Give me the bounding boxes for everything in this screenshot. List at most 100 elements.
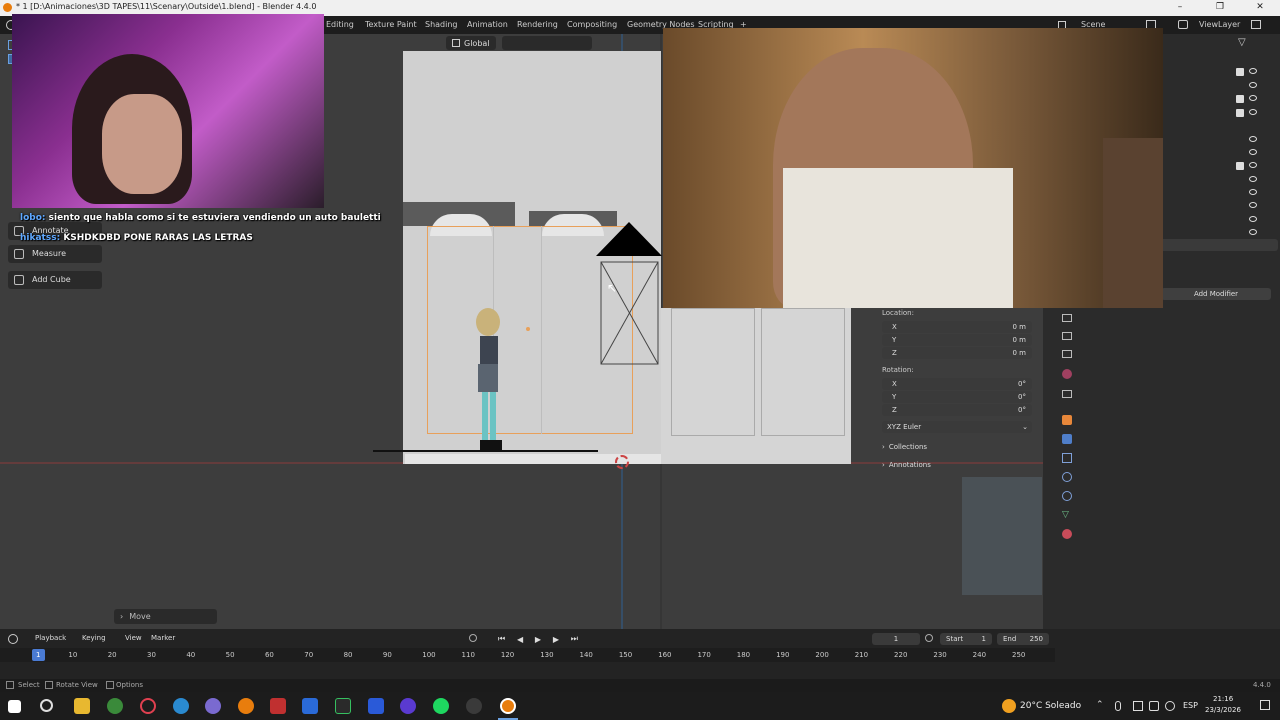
clock-date[interactable]: 23/3/2026 [1205,706,1241,714]
character-model[interactable] [470,306,510,454]
eye-icon[interactable] [1249,68,1257,74]
end-frame-field[interactable]: End 250 [997,633,1049,645]
exclude-checkbox[interactable] [1236,109,1244,117]
eye-icon[interactable] [1249,149,1257,155]
tab-editing[interactable]: Editing [326,20,354,29]
eye-icon[interactable] [1249,82,1257,88]
app-icon-2[interactable] [400,698,416,714]
blender-taskbar-icon[interactable] [238,698,254,714]
file-explorer-icon[interactable] [74,698,90,714]
jump-end-icon[interactable]: ⏭ [571,634,578,644]
modifier-tab-icon[interactable] [1062,434,1072,444]
start-frame-field[interactable]: Start 1 [940,633,992,645]
eye-icon[interactable] [1249,229,1257,235]
camera-object[interactable] [592,220,666,370]
physics-tab-icon[interactable] [1062,472,1072,482]
weather-text[interactable]: 20°C Soleado [1020,701,1081,711]
last-operator-panel[interactable]: › Move [114,609,217,624]
eye-icon[interactable] [1249,95,1257,101]
exclude-checkbox[interactable] [1236,95,1244,103]
filter-icon[interactable]: ▽ [1238,37,1246,48]
search-icon[interactable] [40,699,53,712]
editor-type-icon[interactable] [8,634,18,644]
tab-animation[interactable]: Animation [467,20,508,29]
photos-icon[interactable] [302,698,318,714]
render-tab-icon[interactable] [1062,314,1072,322]
tray-chevron-icon[interactable]: ⌃ [1096,700,1104,710]
location-x-field[interactable]: X 0 m [882,321,1032,333]
3d-cursor-icon[interactable] [615,455,629,469]
view-menu[interactable]: View [125,634,142,642]
add-modifier-button[interactable]: Add Modifier [1161,288,1271,300]
microphone-icon[interactable] [1115,701,1121,711]
tab-rendering[interactable]: Rendering [517,20,558,29]
language-indicator[interactable]: ESP [1183,701,1198,710]
vegas-icon[interactable] [368,698,384,714]
material-tab-icon[interactable] [1062,529,1072,539]
scene-tab-icon[interactable] [1062,369,1072,379]
current-frame-field[interactable]: 1 [872,633,920,645]
rotation-mode-dropdown[interactable]: XYZ Euler ⌄ [882,421,1032,433]
rotation-y-field[interactable]: Y 0° [882,391,1032,403]
jump-start-icon[interactable]: ⏮ [498,634,505,644]
obs-icon[interactable] [466,698,482,714]
close-button[interactable]: ✕ [1240,0,1280,16]
eye-icon[interactable] [1249,202,1257,208]
eye-icon[interactable] [1249,176,1257,182]
clock-time[interactable]: 21:16 [1213,695,1233,703]
snapping-controls[interactable] [502,36,592,50]
view-layer-tab-icon[interactable] [1062,350,1072,358]
new-view-layer-icon[interactable] [1251,20,1261,29]
media-app-icon[interactable] [270,698,286,714]
next-key-icon[interactable]: ▶ [553,635,559,644]
edge-icon[interactable] [173,698,189,714]
constraints-tab-icon[interactable] [1062,491,1072,501]
eye-icon[interactable] [1249,136,1257,142]
marker-menu[interactable]: Marker [151,634,175,642]
rotation-x-field[interactable]: X 0° [882,378,1032,390]
blender-active-icon[interactable] [500,698,516,714]
transform-orientation-dropdown[interactable]: Global [446,36,496,50]
play-icon[interactable]: ▶ [535,635,541,644]
tab-compositing[interactable]: Compositing [567,20,617,29]
location-y-field[interactable]: Y 0 m [882,334,1032,346]
pycharm-icon[interactable] [335,698,351,714]
eye-icon[interactable] [1249,109,1257,115]
spotify-icon[interactable] [433,698,449,714]
prev-key-icon[interactable]: ◀ [517,635,523,644]
opera-icon[interactable] [140,698,156,714]
minimize-button[interactable]: – [1160,0,1200,16]
rotation-label: Rotation: [882,366,914,374]
keying-menu[interactable]: Keying [82,634,106,642]
volume-icon[interactable] [1165,701,1175,711]
annotations-section[interactable]: › Annotations [882,461,931,469]
output-tab-icon[interactable] [1062,332,1072,340]
windows-start-icon[interactable] [8,700,21,713]
measure-tool-button[interactable]: Measure [8,245,102,263]
eye-icon[interactable] [1249,189,1257,195]
location-z-field[interactable]: Z 0 m [882,347,1032,359]
data-tab-icon[interactable]: ▽ [1062,510,1072,520]
particles-tab-icon[interactable] [1062,453,1072,463]
maximize-button[interactable]: ❐ [1200,0,1240,16]
tab-texture-paint[interactable]: Texture Paint [365,20,417,29]
view-layer-selector[interactable]: ViewLayer [1199,20,1240,29]
display-icon[interactable] [1149,701,1159,711]
eye-icon[interactable] [1249,162,1257,168]
world-tab-icon[interactable] [1062,390,1072,398]
exclude-checkbox[interactable] [1236,68,1244,76]
network-icon[interactable] [1133,701,1143,711]
eye-icon[interactable] [1249,216,1257,222]
add-cube-tool-button[interactable]: Add Cube [8,271,102,289]
doors-block [661,308,851,464]
rotation-z-field[interactable]: Z 0° [882,404,1032,416]
chrome-icon[interactable] [107,698,123,714]
exclude-checkbox[interactable] [1236,162,1244,170]
collections-section[interactable]: › Collections [882,443,927,451]
app-icon[interactable] [205,698,221,714]
playback-menu[interactable]: Playback [35,634,66,642]
object-tab-icon[interactable] [1062,415,1072,425]
notifications-icon[interactable] [1260,700,1270,710]
record-icon[interactable] [469,634,477,642]
tab-shading[interactable]: Shading [425,20,458,29]
